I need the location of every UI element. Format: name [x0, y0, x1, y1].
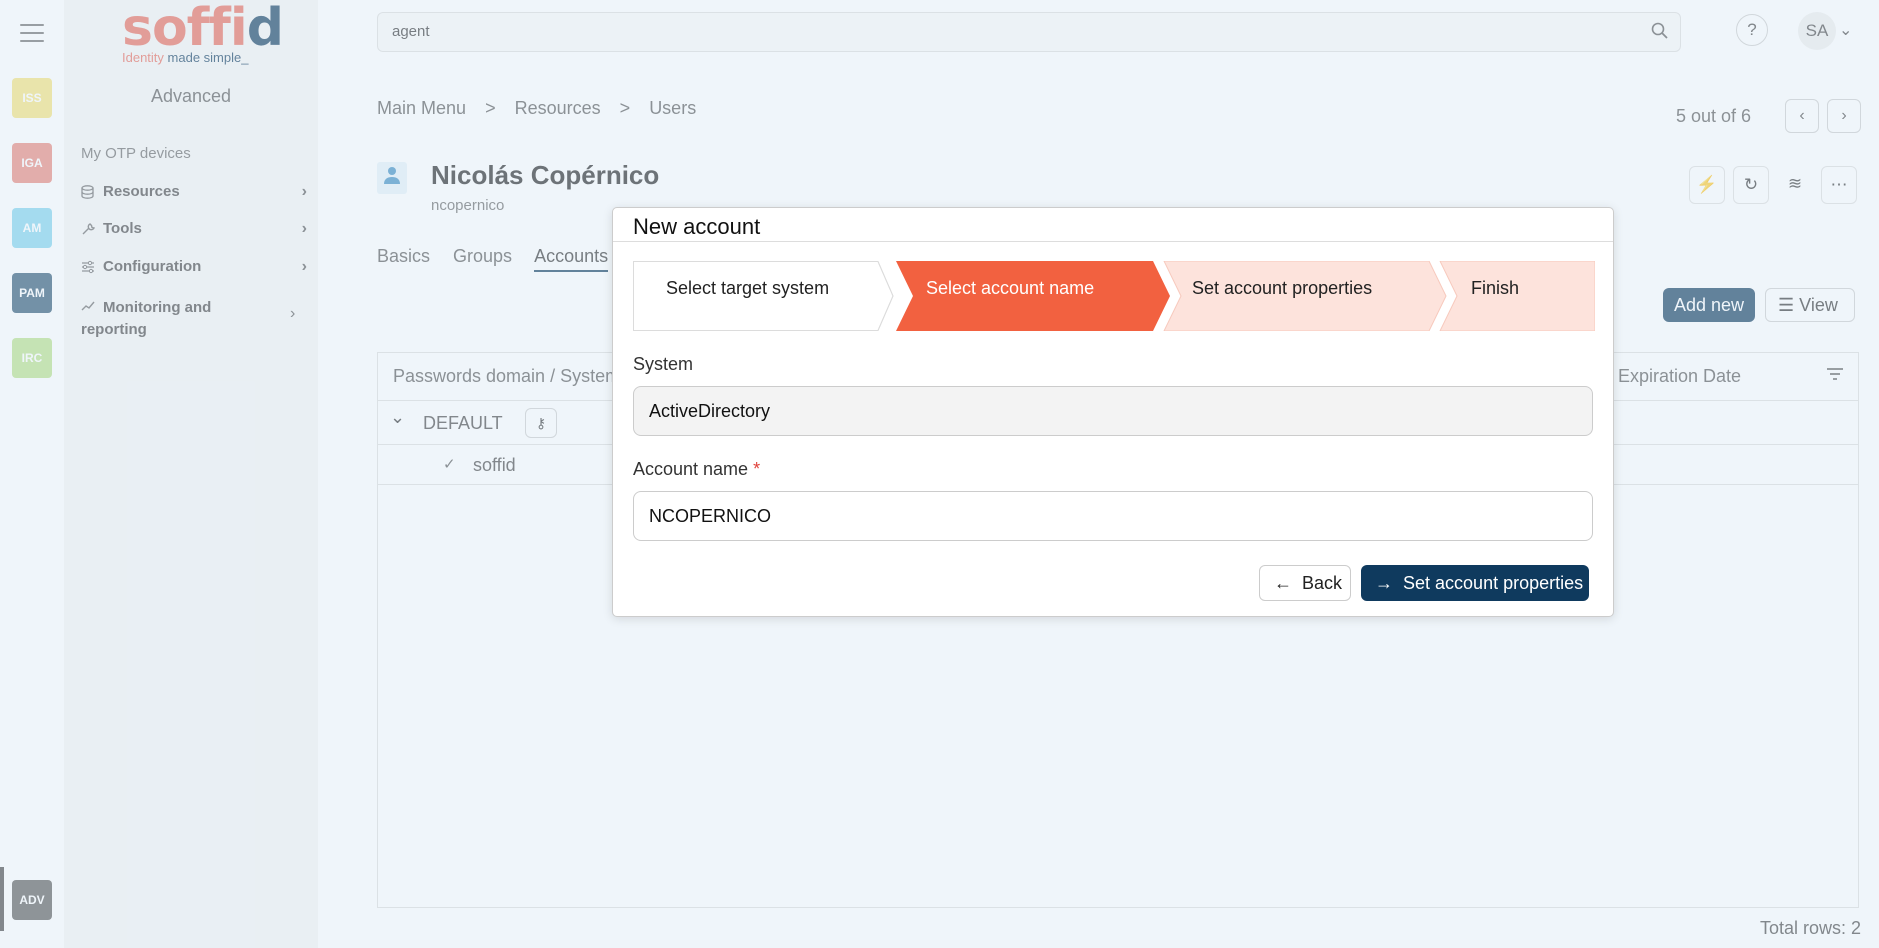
account-name-input[interactable]: NCOPERNICO: [633, 491, 1593, 541]
dialog-title: New account: [633, 214, 761, 239]
set-account-properties-button[interactable]: → Set account properties: [1361, 565, 1589, 601]
dialog-divider: [613, 241, 1613, 242]
system-label: System: [633, 354, 694, 374]
arrow-right-icon: →: [1375, 573, 1393, 593]
account-name-label: Account name *: [633, 459, 761, 479]
system-field: ActiveDirectory: [633, 386, 1593, 436]
back-button[interactable]: ← Back: [1259, 565, 1351, 601]
wizard-steps: Select target system Select account name…: [633, 261, 1595, 331]
arrow-left-icon: ←: [1274, 573, 1292, 593]
new-account-dialog: New account Select target system Select …: [612, 207, 1614, 617]
